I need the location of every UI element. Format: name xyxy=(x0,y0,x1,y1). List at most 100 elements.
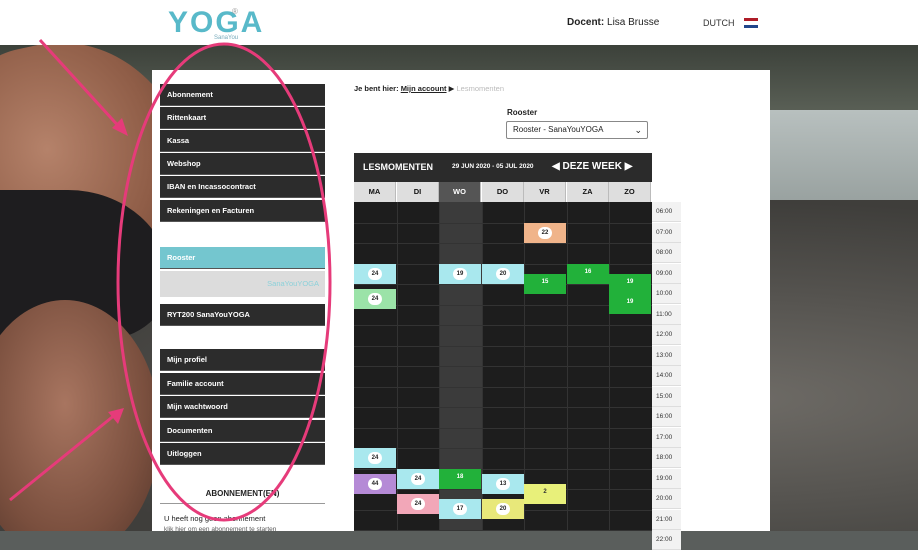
grid-hline xyxy=(354,284,652,285)
time-label: 20:00 xyxy=(652,489,681,509)
logo-subtitle: SanaYou xyxy=(214,35,239,41)
divider xyxy=(160,503,325,504)
day-header-zo: ZO xyxy=(609,182,651,202)
calendar-event[interactable]: 18 xyxy=(439,469,481,489)
menu-iban[interactable]: IBAN en Incassocontract xyxy=(160,176,325,198)
menu-documenten[interactable]: Documenten xyxy=(160,420,325,442)
menu-abonnement[interactable]: Abonnement xyxy=(160,84,325,106)
grid-hline xyxy=(354,387,652,388)
calendar-event[interactable]: 17 xyxy=(439,499,481,519)
calendar-title: LESMOMENTEN xyxy=(363,162,434,172)
calendar-event[interactable]: 24 xyxy=(397,494,439,514)
menu-rooster-sanayouyoga[interactable]: SanaYouYOGA xyxy=(160,271,325,297)
calendar-header: LESMOMENTEN 29 JUN 2020 - 05 JUL 2020 ◀ … xyxy=(354,153,652,182)
event-participant-count: 24 xyxy=(411,498,425,510)
grid-vline xyxy=(524,202,525,531)
day-header-do: DO xyxy=(482,182,524,202)
calendar-event[interactable]: 20 xyxy=(482,499,524,519)
event-participant-count: 24 xyxy=(411,473,425,485)
language-switch[interactable]: DUTCH xyxy=(703,18,735,28)
event-participant-count: 15 xyxy=(541,279,549,285)
menu-mijn-profiel[interactable]: Mijn profiel xyxy=(160,349,325,371)
event-participant-count: 18 xyxy=(456,474,464,480)
calendar-event[interactable]: 44 xyxy=(354,474,396,494)
time-label: 11:00 xyxy=(652,305,681,325)
menu-webshop[interactable]: Webshop xyxy=(160,153,325,175)
time-label: 14:00 xyxy=(652,366,681,386)
menu-mijn-wachtwoord[interactable]: Mijn wachtwoord xyxy=(160,396,325,418)
week-navigation[interactable]: ◀ DEZE WEEK ▶ xyxy=(552,161,632,172)
calendar-event[interactable]: 16 xyxy=(567,264,609,284)
calendar-event[interactable]: 15 xyxy=(524,274,566,294)
time-label: 19:00 xyxy=(652,469,681,489)
calendar-event[interactable]: 2 xyxy=(524,484,566,504)
grid-hline xyxy=(354,305,652,306)
event-participant-count: 22 xyxy=(538,227,552,239)
grid-hline xyxy=(354,448,652,449)
event-participant-count: 17 xyxy=(453,503,467,515)
calendar-event[interactable]: 24 xyxy=(354,448,396,468)
event-participant-count: 24 xyxy=(368,293,382,305)
chevron-down-icon: ⌄ xyxy=(634,125,642,135)
rooster-select[interactable]: Rooster - SanaYouYOGA ⌄ xyxy=(506,121,648,139)
menu-rittenkaart[interactable]: Rittenkaart xyxy=(160,107,325,129)
grid-hline xyxy=(354,346,652,347)
time-label: 06:00 xyxy=(652,202,681,222)
event-participant-count: 19 xyxy=(453,268,467,280)
time-label: 07:00 xyxy=(652,223,681,243)
time-label: 21:00 xyxy=(652,510,681,530)
day-header-di: DI xyxy=(397,182,439,202)
menu-rooster[interactable]: Rooster xyxy=(160,247,325,269)
menu-uitloggen[interactable]: Uitloggen xyxy=(160,443,325,465)
grid-hline xyxy=(354,243,652,244)
breadcrumb-link-mijn-account[interactable]: Mijn account xyxy=(401,84,447,93)
docent-name: Lisa Brusse xyxy=(607,17,660,28)
day-header-ma: MA xyxy=(354,182,396,202)
time-label: 15:00 xyxy=(652,387,681,407)
time-label: 16:00 xyxy=(652,407,681,427)
dutch-flag-icon[interactable] xyxy=(744,18,758,28)
abonnementen-text: U heeft nog geen abonnement xyxy=(164,514,266,523)
grid-hline xyxy=(354,428,652,429)
grid-hline xyxy=(354,223,652,224)
calendar-event[interactable]: 19 xyxy=(609,294,651,314)
docent-info: Docent: Lisa Brusse xyxy=(567,17,659,28)
rooster-label: Rooster xyxy=(507,108,538,117)
breadcrumb-current: Lesmomenten xyxy=(456,84,505,93)
abonnementen-title: ABONNEMENT(EN) xyxy=(205,489,280,498)
event-participant-count: 19 xyxy=(626,299,634,305)
event-participant-count: 13 xyxy=(496,478,510,490)
calendar-event[interactable]: 24 xyxy=(397,469,439,489)
menu-kassa[interactable]: Kassa xyxy=(160,130,325,152)
top-header: YOGA ® SanaYou Docent: Lisa Brusse DUTCH xyxy=(0,0,918,45)
day-header-vr: VR xyxy=(524,182,566,202)
breadcrumb-prefix: Je bent hier: xyxy=(354,84,399,93)
menu-rekeningen[interactable]: Rekeningen en Facturen xyxy=(160,200,325,222)
grid-hline xyxy=(354,407,652,408)
time-label: 22:00 xyxy=(652,530,681,550)
time-label: 09:00 xyxy=(652,264,681,284)
day-header-wo: WO xyxy=(439,182,481,202)
event-participant-count: 24 xyxy=(368,452,382,464)
event-participant-count: 24 xyxy=(368,268,382,280)
calendar-event[interactable]: 24 xyxy=(354,264,396,284)
grid-vline xyxy=(567,202,568,531)
abonnementen-link[interactable]: klik hier om een abonnement te starten xyxy=(164,526,276,533)
grid-hline xyxy=(354,366,652,367)
time-label: 12:00 xyxy=(652,325,681,345)
menu-familie-account[interactable]: Familie account xyxy=(160,373,325,395)
time-label: 10:00 xyxy=(652,284,681,304)
calendar-event[interactable]: 20 xyxy=(482,264,524,284)
event-participant-count: 19 xyxy=(626,279,634,285)
breadcrumb-separator-icon: ▶ xyxy=(448,84,455,93)
calendar-event[interactable]: 22 xyxy=(524,223,566,243)
calendar-event[interactable]: 24 xyxy=(354,289,396,309)
docent-label: Docent: xyxy=(567,17,605,28)
time-label: 17:00 xyxy=(652,428,681,448)
calendar-event[interactable]: 19 xyxy=(439,264,481,284)
menu-ryt200[interactable]: RYT200 SanaYouYOGA xyxy=(160,304,325,326)
time-label: 18:00 xyxy=(652,448,681,468)
calendar-event[interactable]: 13 xyxy=(482,474,524,494)
calendar-event[interactable]: 19 xyxy=(609,274,651,294)
grid-hline xyxy=(354,325,652,326)
